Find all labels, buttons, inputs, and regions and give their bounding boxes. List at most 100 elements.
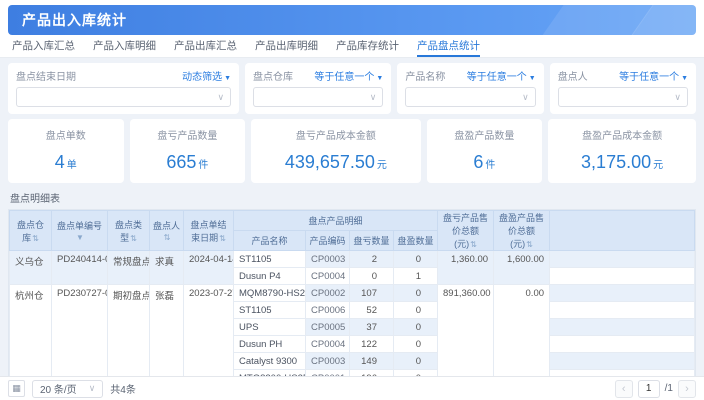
surplus-qty-cell: 0 (394, 336, 438, 353)
app-header: 产品出入库统计 (8, 5, 696, 35)
product-row: 杭州仓PD230727-01期初盘点张磊2023-07-27MQM8790-HS… (10, 285, 695, 302)
stocktake-table-body: 义乌仓PD240414-01常规盘点求真2024-04-14ST1105CP00… (10, 251, 695, 377)
page-input[interactable]: 1 (638, 380, 660, 398)
filter-label: 盘点结束日期 (16, 68, 76, 83)
tab-stock-stats[interactable]: 产品库存统计 (336, 35, 399, 57)
card-unit: 件 (485, 160, 495, 171)
card-label: 盘亏产品成本金额 (255, 127, 416, 142)
card-label: 盘盈产品成本金额 (552, 127, 692, 142)
filter-bar: 盘点结束日期 动态筛选▼ ∨ 盘点仓库 等于任意一个▼ ∨ 产品名称 等于任意一… (8, 63, 696, 114)
stocktake-warehouse-select[interactable]: ∨ (253, 87, 383, 107)
product-name-cell: UPS (234, 319, 306, 336)
col-loss-qty: 盘亏数量 (350, 231, 394, 251)
stocktake-end-date-select[interactable]: ∨ (16, 87, 231, 107)
col-warehouse[interactable]: 盘点仓库⇅ (10, 211, 52, 251)
surplus-qty-cell: 0 (394, 285, 438, 302)
filter-stocktake-person: 盘点人 等于任意一个▼ ∨ (550, 63, 696, 114)
view-toggle-button[interactable]: ▦ (8, 380, 25, 397)
sort-icon[interactable]: ⇅ (32, 234, 39, 243)
tab-inbound-summary[interactable]: 产品入库汇总 (12, 35, 75, 57)
chevron-down-icon: ∨ (217, 92, 224, 103)
product-code-cell: CP0002 (306, 285, 350, 302)
col-order-no[interactable]: 盘点单编号▼ (52, 211, 108, 251)
end-date-cell: 2023-07-27 (184, 285, 234, 377)
tab-outbound-summary[interactable]: 产品出库汇总 (174, 35, 237, 57)
caret-down-icon: ▼ (529, 75, 536, 82)
filter-condition-link[interactable]: 等于任意一个▼ (467, 68, 536, 83)
product-name-cell: ST1105 (234, 251, 306, 268)
col-product-name: 产品名称 (234, 231, 306, 251)
filter-label: 产品名称 (405, 68, 445, 83)
filter-condition-link[interactable]: 等于任意一个▼ (619, 68, 688, 83)
filter-condition-link[interactable]: 等于任意一个▼ (314, 68, 383, 83)
empty-cell (550, 268, 695, 285)
warehouse-cell: 义乌仓 (10, 251, 52, 285)
product-name-cell: Catalyst 9300 (234, 353, 306, 370)
loss-qty-cell: 2 (350, 251, 394, 268)
col-empty (550, 211, 695, 251)
order-no-cell: PD240414-01 (52, 251, 108, 285)
main-content: 盘点结束日期 动态筛选▼ ∨ 盘点仓库 等于任意一个▼ ∨ 产品名称 等于任意一… (0, 58, 704, 376)
grid-icon: ▦ (12, 383, 21, 394)
warehouse-cell: 杭州仓 (10, 285, 52, 377)
product-name-cell: ST1105 (234, 302, 306, 319)
sort-icon[interactable]: ⇅ (164, 233, 171, 242)
col-loss-amount[interactable]: 盘亏产品售价总额(元)⇅ (438, 211, 494, 251)
prev-page-button[interactable]: ‹ (615, 380, 633, 398)
col-type[interactable]: 盘点类型⇅ (108, 211, 150, 251)
caret-down-icon: ▼ (681, 75, 688, 82)
tab-inbound-detail[interactable]: 产品入库明细 (93, 35, 156, 57)
page-total: /1 (665, 383, 673, 394)
sort-icon[interactable]: ⇅ (470, 240, 477, 249)
card-value: 665 (166, 152, 196, 172)
page-size-select[interactable]: 20 条/页 ∨ (32, 380, 103, 398)
product-code-cell: CP0004 (306, 268, 350, 285)
product-row: 义乌仓PD240414-01常规盘点求真2024-04-14ST1105CP00… (10, 251, 695, 268)
surplus-qty-cell: 0 (394, 302, 438, 319)
product-code-cell: CP0006 (306, 302, 350, 319)
tab-stocktake-stats[interactable]: 产品盘点统计 (417, 35, 480, 57)
stocktake-table: 盘点仓库⇅ 盘点单编号▼ 盘点类型⇅ 盘点人⇅ 盘点单结束日期⇅ 盘点产品明细 … (8, 209, 696, 376)
empty-cell (550, 353, 695, 370)
filter-condition-link[interactable]: 动态筛选▼ (182, 68, 231, 83)
filter-stocktake-warehouse: 盘点仓库 等于任意一个▼ ∨ (245, 63, 391, 114)
sort-icon[interactable]: ⇅ (130, 234, 137, 243)
card-unit: 元 (377, 160, 387, 171)
card-loss-qty: 盘亏产品数量 665件 (130, 119, 246, 183)
end-date-cell: 2024-04-14 (184, 251, 234, 285)
card-value: 3,175.00 (581, 152, 651, 172)
product-name-cell: Dusun P4 (234, 268, 306, 285)
report-tabbar: 产品入库汇总 产品入库明细 产品出库汇总 产品出库明细 产品库存统计 产品盘点统… (0, 35, 704, 58)
filter-label: 盘点人 (558, 68, 588, 83)
product-code-cell: CP0004 (306, 336, 350, 353)
empty-cell (550, 251, 695, 268)
empty-cell (550, 302, 695, 319)
summary-cards: 盘点单数 4单 盘亏产品数量 665件 盘亏产品成本金额 439,657.50元… (8, 119, 696, 183)
surplus-qty-cell: 1 (394, 268, 438, 285)
surplus-qty-cell: 0 (394, 319, 438, 336)
surplus-amount-cell: 0.00 (494, 285, 550, 377)
stocktake-type-cell: 常规盘点 (108, 251, 150, 285)
card-unit: 单 (67, 160, 77, 171)
col-surplus-amount[interactable]: 盘盈产品售价总额(元)⇅ (494, 211, 550, 251)
section-title: 盘点明细表 (10, 190, 694, 205)
col-person[interactable]: 盘点人⇅ (150, 211, 184, 251)
pager: ‹ 1 /1 › (615, 380, 696, 398)
next-page-button[interactable]: › (678, 380, 696, 398)
filter-stocktake-end-date: 盘点结束日期 动态筛选▼ ∨ (8, 63, 239, 114)
card-value: 439,657.50 (285, 152, 375, 172)
total-count: 共4条 (110, 381, 136, 396)
col-end-date[interactable]: 盘点单结束日期⇅ (184, 211, 234, 251)
filter-caret-icon[interactable]: ▼ (76, 233, 84, 242)
sort-icon[interactable]: ⇅ (219, 234, 226, 243)
loss-qty-cell: 52 (350, 302, 394, 319)
card-surplus-cost: 盘盈产品成本金额 3,175.00元 (548, 119, 696, 183)
card-loss-cost: 盘亏产品成本金额 439,657.50元 (251, 119, 420, 183)
table-footer: ▦ 20 条/页 ∨ 共4条 ‹ 1 /1 › (0, 376, 704, 400)
sort-icon[interactable]: ⇅ (526, 240, 533, 249)
stocktake-person-select[interactable]: ∨ (558, 87, 688, 107)
product-code-cell: CP0005 (306, 319, 350, 336)
product-name-select[interactable]: ∨ (405, 87, 535, 107)
tab-outbound-detail[interactable]: 产品出库明细 (255, 35, 318, 57)
card-value: 6 (473, 152, 483, 172)
